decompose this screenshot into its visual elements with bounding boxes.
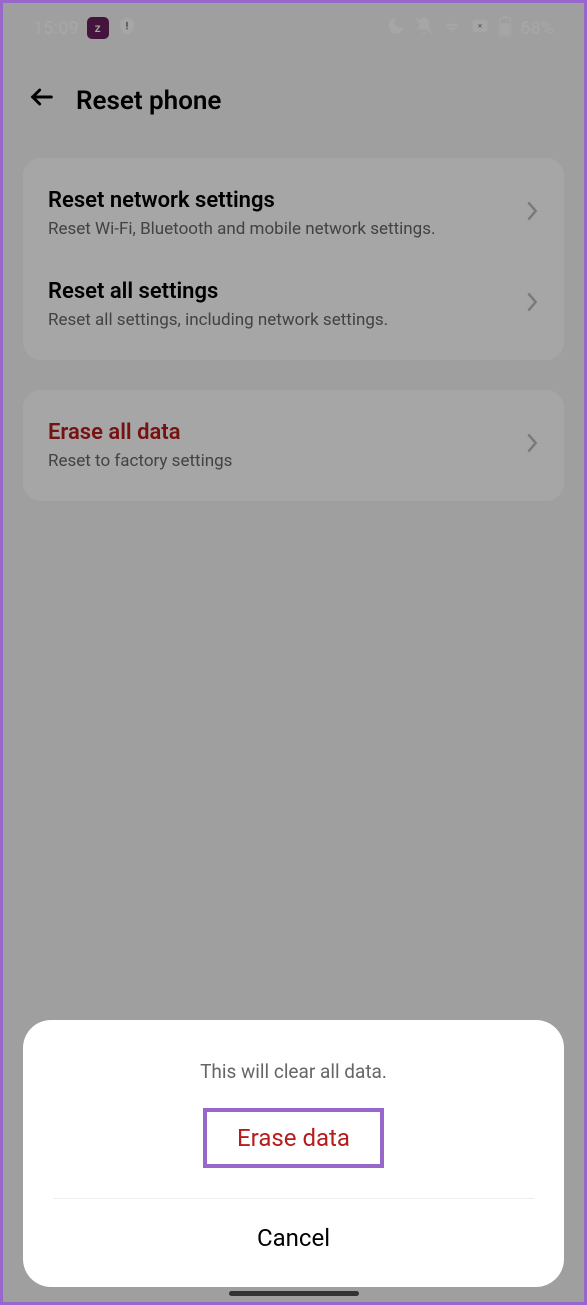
divider (53, 1198, 534, 1199)
confirmation-dialog: This will clear all data. Erase data Can… (23, 1020, 564, 1287)
erase-data-button[interactable]: Erase data (203, 1108, 384, 1168)
cancel-button[interactable]: Cancel (43, 1224, 544, 1252)
dialog-message: This will clear all data. (43, 1060, 544, 1083)
home-indicator[interactable] (229, 1291, 359, 1296)
